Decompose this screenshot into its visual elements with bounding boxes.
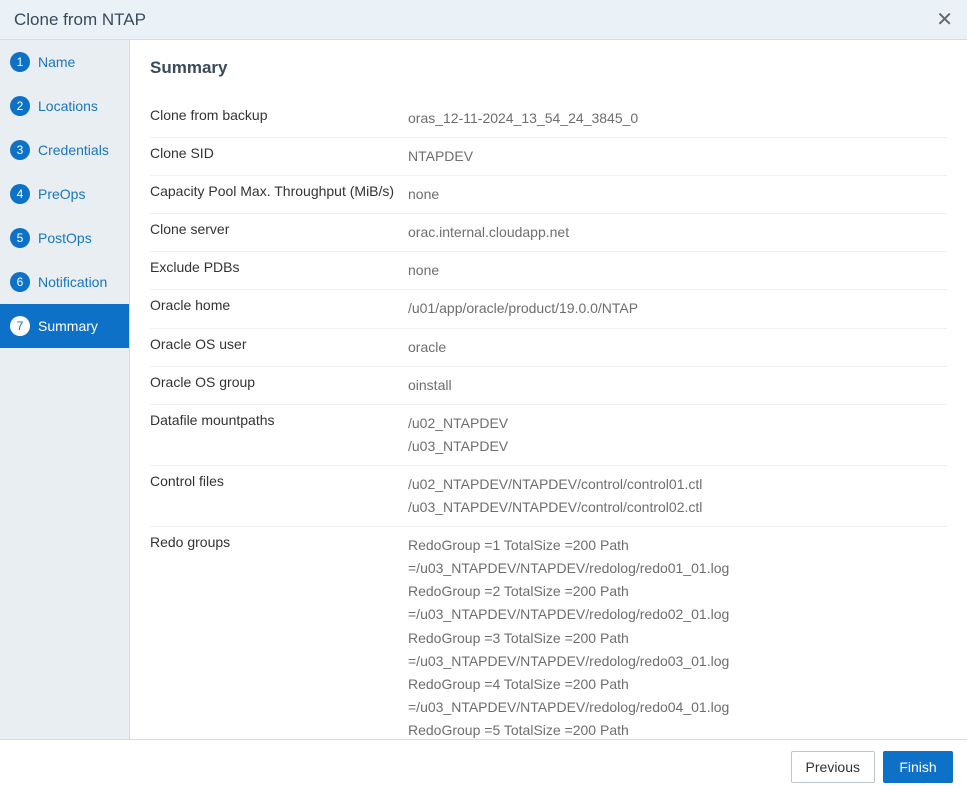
summary-label: Capacity Pool Max. Throughput (MiB/s) [150,183,408,206]
wizard-step-credentials[interactable]: 3 Credentials [0,128,129,172]
close-icon[interactable]: ✕ [936,7,953,32]
summary-heading: Summary [150,58,947,78]
wizard-sidebar: 1 Name 2 Locations 3 Credentials 4 PreOps 5 PostO… [0,40,130,739]
summary-label: Datafile mountpaths [150,412,408,458]
summary-rows: Clone from backuporas_12-11-2024_13_54_2… [150,100,947,739]
summary-value: RedoGroup =1 TotalSize =200 Path =/u03_N… [408,534,947,739]
summary-value-line: oracle [408,336,947,359]
summary-value: /u02_NTAPDEV/u03_NTAPDEV [408,412,947,458]
modal-body: 1 Name 2 Locations 3 Credentials 4 PreOps 5 PostO… [0,40,967,739]
summary-row: Control files/u02_NTAPDEV/NTAPDEV/contro… [150,466,947,527]
step-label: PostOps [38,230,92,246]
summary-value: orac.internal.cloudapp.net [408,221,947,244]
summary-value: none [408,183,947,206]
step-number-badge: 3 [10,140,30,160]
summary-label: Oracle OS user [150,336,408,359]
modal-title: Clone from NTAP [14,10,936,30]
summary-value-line: RedoGroup =5 TotalSize =200 Path =/u03_N… [408,719,947,739]
summary-value-line: /u02_NTAPDEV [408,412,947,435]
summary-value-line: /u03_NTAPDEV/NTAPDEV/control/control02.c… [408,496,947,519]
step-number-badge: 6 [10,272,30,292]
step-label: Notification [38,274,107,290]
summary-row: Oracle home/u01/app/oracle/product/19.0.… [150,290,947,328]
summary-row: Capacity Pool Max. Throughput (MiB/s)non… [150,176,947,214]
finish-button[interactable]: Finish [883,751,953,783]
summary-label: Clone server [150,221,408,244]
summary-label: Redo groups [150,534,408,739]
modal-clone: Clone from NTAP ✕ 1 Name 2 Locations 3 Creden… [0,0,967,793]
summary-value-line: RedoGroup =3 TotalSize =200 Path =/u03_N… [408,627,947,673]
summary-value-line: oras_12-11-2024_13_54_24_3845_0 [408,107,947,130]
summary-label: Control files [150,473,408,519]
step-number-badge: 1 [10,52,30,72]
summary-value: oracle [408,336,947,359]
summary-label: Exclude PDBs [150,259,408,282]
summary-label: Clone SID [150,145,408,168]
summary-value: /u02_NTAPDEV/NTAPDEV/control/control01.c… [408,473,947,519]
step-label: Credentials [38,142,109,158]
summary-value-line: oinstall [408,374,947,397]
summary-value-line: none [408,259,947,282]
step-label: PreOps [38,186,85,202]
modal-header: Clone from NTAP ✕ [0,0,967,40]
wizard-step-preops[interactable]: 4 PreOps [0,172,129,216]
summary-value-line: /u03_NTAPDEV [408,435,947,458]
wizard-step-locations[interactable]: 2 Locations [0,84,129,128]
main-wrap: Summary Clone from backuporas_12-11-2024… [130,40,967,739]
step-number-badge: 7 [10,316,30,336]
summary-panel[interactable]: Summary Clone from backuporas_12-11-2024… [130,40,967,739]
summary-row: Oracle OS useroracle [150,329,947,367]
step-number-badge: 4 [10,184,30,204]
step-number-badge: 2 [10,96,30,116]
summary-row: Clone from backuporas_12-11-2024_13_54_2… [150,100,947,138]
summary-row: Exclude PDBsnone [150,252,947,290]
summary-row: Datafile mountpaths/u02_NTAPDEV/u03_NTAP… [150,405,947,466]
summary-value-line: none [408,183,947,206]
summary-value-line: RedoGroup =4 TotalSize =200 Path =/u03_N… [408,673,947,719]
step-label: Summary [38,318,98,334]
step-number-badge: 5 [10,228,30,248]
summary-row: Redo groupsRedoGroup =1 TotalSize =200 P… [150,527,947,739]
summary-value: NTAPDEV [408,145,947,168]
wizard-step-notification[interactable]: 6 Notification [0,260,129,304]
summary-value-line: /u01/app/oracle/product/19.0.0/NTAP [408,297,947,320]
wizard-step-summary[interactable]: 7 Summary [0,304,129,348]
summary-label: Clone from backup [150,107,408,130]
summary-value: /u01/app/oracle/product/19.0.0/NTAP [408,297,947,320]
modal-footer: Previous Finish [0,739,967,793]
previous-button[interactable]: Previous [791,751,875,783]
wizard-step-postops[interactable]: 5 PostOps [0,216,129,260]
summary-row: Clone serverorac.internal.cloudapp.net [150,214,947,252]
summary-value-line: RedoGroup =2 TotalSize =200 Path =/u03_N… [408,580,947,626]
wizard-step-name[interactable]: 1 Name [0,40,129,84]
summary-value-line: /u02_NTAPDEV/NTAPDEV/control/control01.c… [408,473,947,496]
summary-value: none [408,259,947,282]
summary-label: Oracle home [150,297,408,320]
step-label: Locations [38,98,98,114]
summary-value: oras_12-11-2024_13_54_24_3845_0 [408,107,947,130]
summary-value-line: NTAPDEV [408,145,947,168]
summary-row: Clone SIDNTAPDEV [150,138,947,176]
step-label: Name [38,54,75,70]
summary-value: oinstall [408,374,947,397]
summary-row: Oracle OS groupoinstall [150,367,947,405]
summary-label: Oracle OS group [150,374,408,397]
summary-value-line: RedoGroup =1 TotalSize =200 Path =/u03_N… [408,534,947,580]
summary-value-line: orac.internal.cloudapp.net [408,221,947,244]
